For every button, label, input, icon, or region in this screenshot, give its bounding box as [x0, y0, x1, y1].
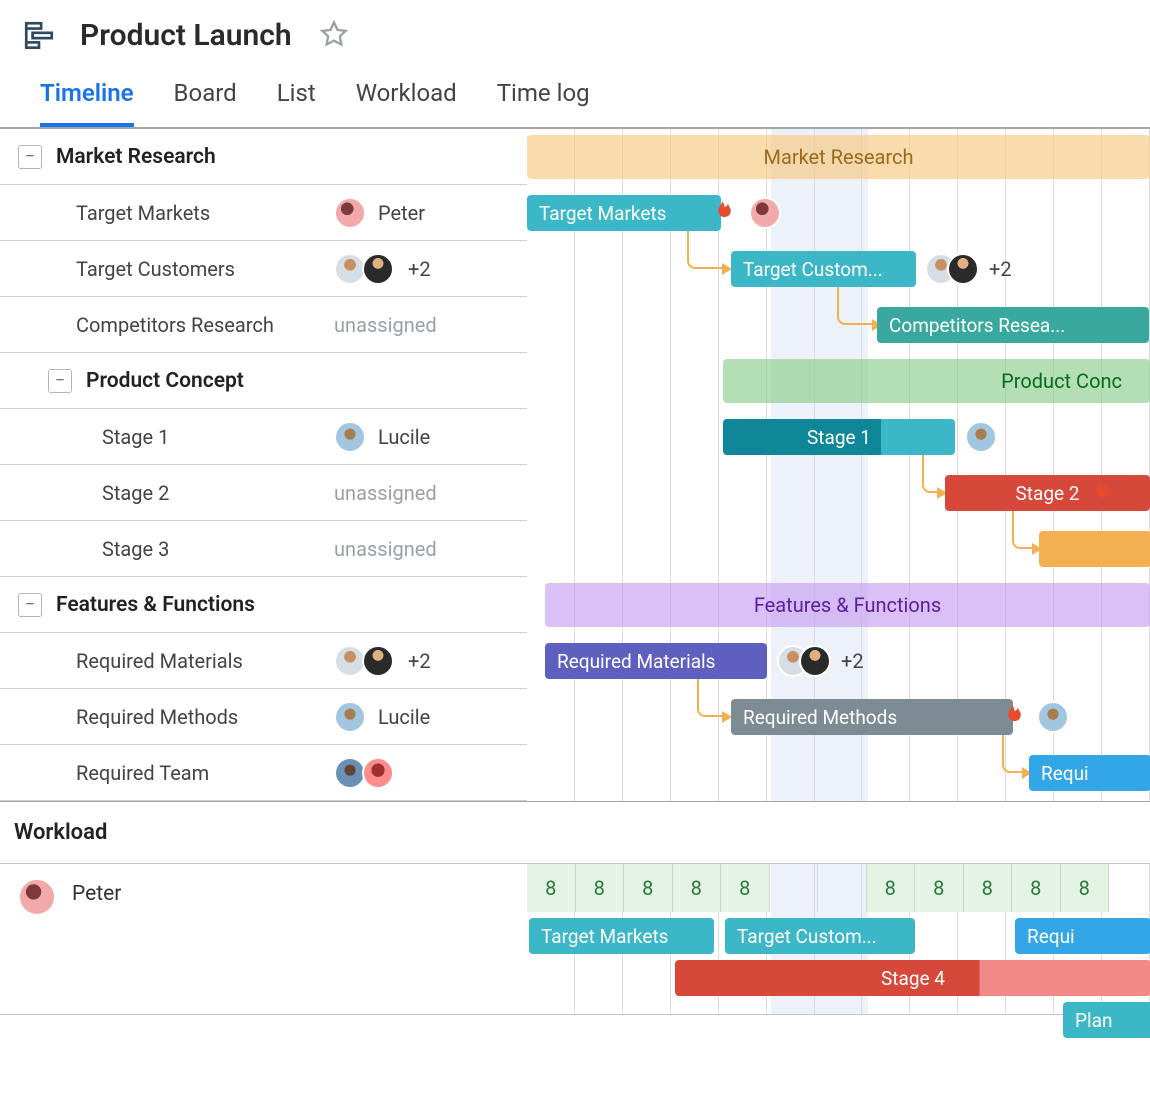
avatar[interactable]	[362, 757, 394, 789]
assignee-more[interactable]: +2	[408, 649, 431, 673]
tab-timeline[interactable]: Timeline	[40, 79, 134, 127]
task-name[interactable]: Target Markets	[76, 201, 210, 225]
collapse-icon[interactable]: −	[18, 593, 42, 617]
assignee-more[interactable]: +2	[408, 257, 431, 281]
gantt-icon	[22, 19, 56, 53]
bar-label: Market Research	[764, 145, 914, 169]
avatar[interactable]	[1037, 701, 1069, 733]
gantt-group-bar[interactable]: Product Conc	[723, 359, 1150, 403]
tab-workload[interactable]: Workload	[356, 79, 457, 127]
gantt-group-bar[interactable]: Market Research	[527, 135, 1150, 179]
workload-hour-cell: 8	[576, 864, 625, 912]
avatar[interactable]	[334, 421, 366, 453]
task-name[interactable]: Required Materials	[76, 649, 243, 673]
workload-task-bar[interactable]: Requi	[1015, 918, 1150, 954]
task-name[interactable]: Required Team	[76, 761, 209, 785]
unassigned-label[interactable]: unassigned	[334, 481, 437, 505]
avatar[interactable]	[334, 197, 366, 229]
avatar[interactable]	[362, 253, 394, 285]
avatar[interactable]	[947, 253, 979, 285]
workload-hour-cell	[770, 864, 819, 912]
gantt-task-bar[interactable]: Competitors Resea...	[877, 307, 1149, 343]
workload-hour-cell	[818, 864, 867, 912]
assignee-name: Lucile	[378, 705, 430, 729]
avatar[interactable]	[749, 197, 781, 229]
collapse-icon[interactable]: −	[18, 145, 42, 169]
gantt-task-bar[interactable]: Stage 1	[723, 419, 955, 455]
unassigned-label[interactable]: unassigned	[334, 537, 437, 561]
workload-hour-cell: 8	[867, 864, 916, 912]
task-name[interactable]: Stage 1	[102, 425, 169, 449]
assignee-more[interactable]: +2	[989, 257, 1012, 281]
workload-title: Workload	[0, 820, 1150, 863]
workload-user-name: Peter	[72, 882, 121, 906]
workload-task-bar[interactable]: Target Custom...	[725, 918, 915, 954]
avatar[interactable]	[799, 645, 831, 677]
assignee-name: Lucile	[378, 425, 430, 449]
collapse-icon[interactable]: −	[48, 369, 72, 393]
assignee-more[interactable]: +2	[841, 649, 864, 673]
gantt-task-bar[interactable]: Target Custom...	[731, 251, 916, 287]
workload-hour-cell: 8	[673, 864, 722, 912]
workload-hour-cell: 8	[624, 864, 673, 912]
tab-list[interactable]: List	[277, 79, 316, 127]
workload-hour-cell: 8	[1061, 864, 1110, 912]
gantt-task-bar[interactable]: Required Materials	[545, 643, 767, 679]
gantt-group-bar[interactable]: Features & Functions	[545, 583, 1150, 627]
avatar[interactable]	[965, 421, 997, 453]
group-name: Product Concept	[86, 369, 244, 393]
workload-task-bar[interactable]: Stage 4	[675, 960, 1150, 996]
gantt-task-bar[interactable]: Target Markets	[527, 195, 721, 231]
fire-icon	[997, 701, 1027, 731]
group-name: Market Research	[56, 145, 216, 169]
avatar[interactable]	[18, 878, 56, 916]
task-name[interactable]: Stage 2	[102, 481, 169, 505]
project-title: Product Launch	[80, 18, 292, 53]
task-name[interactable]: Competitors Research	[76, 313, 274, 337]
workload-hour-cell: 8	[1012, 864, 1061, 912]
fire-icon	[707, 197, 737, 227]
workload-task-bar[interactable]: Plan	[1063, 1002, 1150, 1038]
avatar[interactable]	[334, 701, 366, 733]
gantt-task-bar[interactable]: Stage 2	[945, 475, 1150, 511]
task-name[interactable]: Required Methods	[76, 705, 238, 729]
gantt-task-bar[interactable]: Required Methods	[731, 699, 1013, 735]
avatar[interactable]	[362, 645, 394, 677]
workload-task-bar[interactable]: Target Markets	[529, 918, 714, 954]
tab-timelog[interactable]: Time log	[497, 79, 590, 127]
gantt-task-bar[interactable]: Requi	[1029, 755, 1150, 791]
task-name[interactable]: Stage 3	[102, 537, 169, 561]
bar-label: Features & Functions	[754, 593, 941, 617]
workload-hour-cell: 8	[964, 864, 1013, 912]
workload-hour-cell: 8	[721, 864, 770, 912]
unassigned-label[interactable]: unassigned	[334, 313, 437, 337]
assignee-name: Peter	[378, 201, 425, 225]
gantt-task-bar[interactable]	[1039, 531, 1150, 567]
fire-icon	[1085, 477, 1115, 507]
bar-label: Product Conc	[735, 369, 1138, 393]
favorite-star-icon[interactable]	[320, 20, 348, 52]
view-tabs: Timeline Board List Workload Time log	[0, 61, 1150, 128]
task-name[interactable]: Target Customers	[76, 257, 235, 281]
group-name: Features & Functions	[56, 593, 255, 617]
workload-hour-cell: 8	[915, 864, 964, 912]
tab-board[interactable]: Board	[174, 79, 237, 127]
workload-hour-cell: 8	[527, 864, 576, 912]
